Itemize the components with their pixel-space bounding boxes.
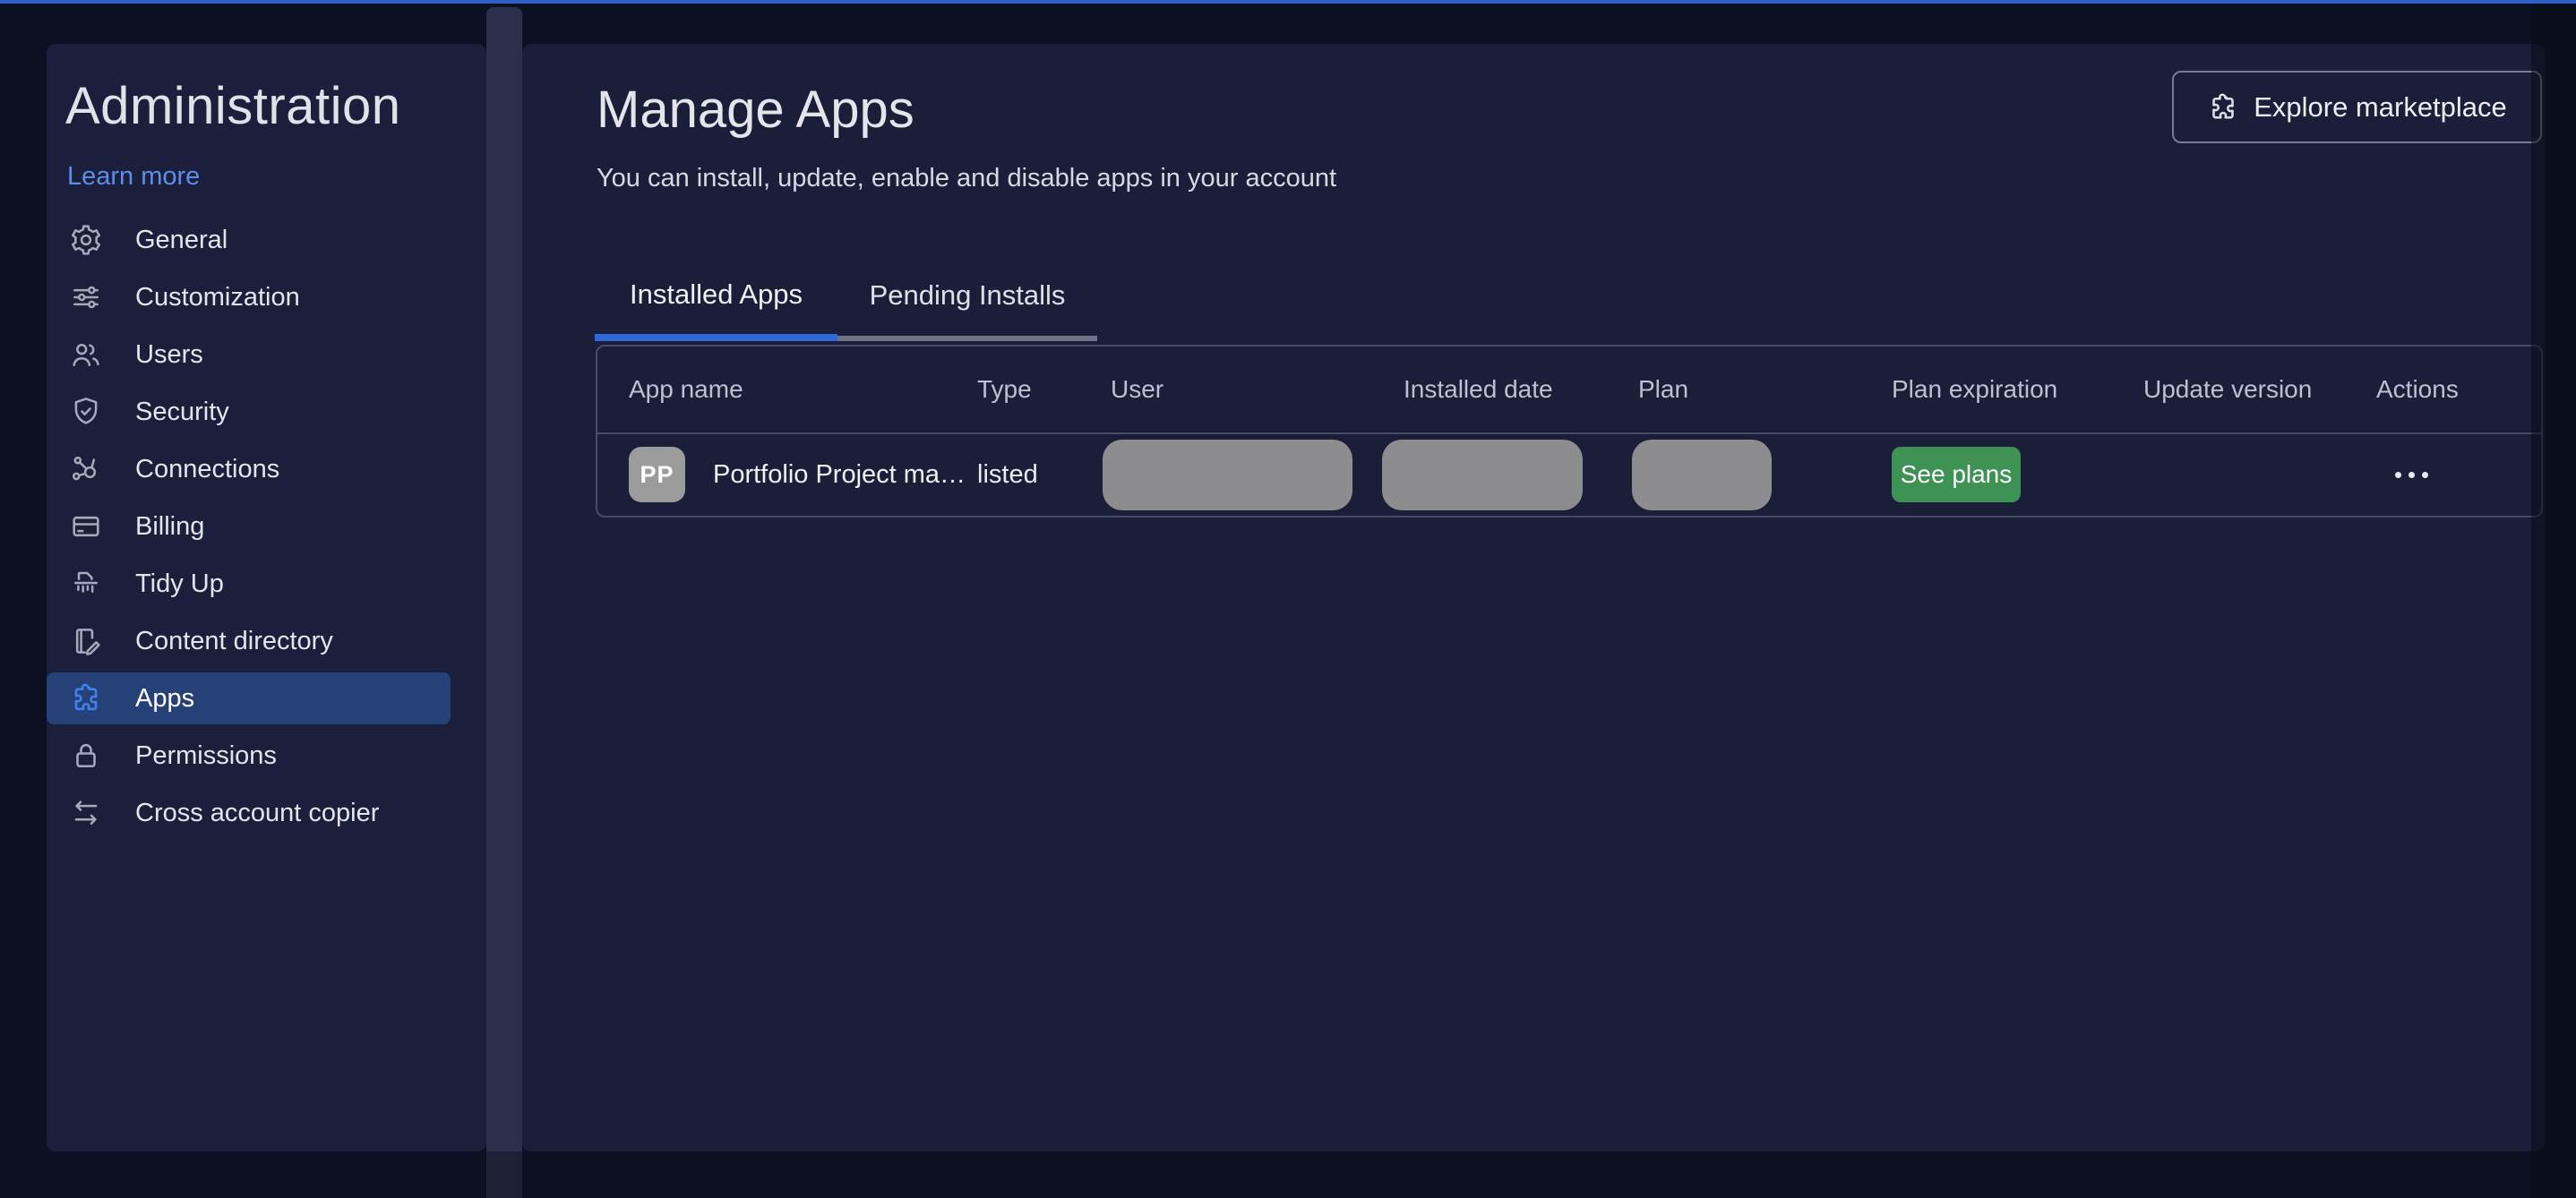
sidebar-item-label: Security — [135, 397, 229, 426]
sidebar-item-label: Cross account copier — [135, 798, 380, 827]
sidebar-item-users[interactable]: Users — [47, 329, 451, 381]
admin-sidebar: Administration Learn more General Custom… — [47, 44, 486, 1151]
sidebar-item-label: Permissions — [135, 740, 277, 770]
panel-divider-strip-bottom — [486, 1151, 522, 1198]
tab-pending-installs[interactable]: Pending Installs — [837, 264, 1097, 341]
sidebar-item-label: Tidy Up — [135, 569, 224, 598]
tabs: Installed Apps Pending Installs — [595, 264, 1097, 341]
more-options-button[interactable] — [2395, 434, 2428, 516]
learn-more-link[interactable]: Learn more — [67, 162, 200, 192]
sidebar-item-label: Users — [135, 339, 203, 369]
sidebar-item-content-directory[interactable]: Content directory — [47, 615, 451, 667]
puzzle-icon — [69, 681, 103, 715]
sidebar-item-cross-account-copier[interactable]: Cross account copier — [47, 787, 451, 839]
puzzle-icon — [2207, 91, 2239, 124]
sidebar-item-customization[interactable]: Customization — [47, 271, 451, 323]
swap-arrows-icon — [69, 796, 103, 830]
tab-label: Installed Apps — [629, 278, 803, 310]
column-header-plan: Plan — [1638, 375, 1689, 403]
sidebar-menu: General Customization Users Security Con… — [47, 214, 451, 844]
tab-installed-apps[interactable]: Installed Apps — [595, 264, 837, 341]
redacted-installed-date-value — [1382, 440, 1583, 510]
column-header-update-version: Update version — [2143, 375, 2313, 403]
credit-card-icon — [69, 509, 103, 543]
redacted-user-value — [1103, 440, 1352, 510]
sliders-icon — [69, 280, 103, 314]
page-title: Manage Apps — [597, 81, 914, 139]
see-plans-button[interactable]: See plans — [1892, 447, 2021, 502]
column-header-user: User — [1111, 375, 1164, 403]
sidebar-item-general[interactable]: General — [47, 214, 451, 266]
installed-apps-table: App name Type User Installed date Plan P… — [596, 345, 2543, 518]
app-avatar: PP — [629, 447, 685, 502]
page-subtitle: You can install, update, enable and disa… — [597, 164, 1337, 193]
users-icon — [69, 338, 103, 372]
dot — [2422, 472, 2428, 478]
network-nodes-icon — [69, 452, 103, 486]
sidebar-item-tidy-up[interactable]: Tidy Up — [47, 558, 451, 610]
dot — [2409, 472, 2415, 478]
sidebar-item-apps[interactable]: Apps — [47, 672, 451, 724]
tab-label: Pending Installs — [869, 279, 1066, 311]
column-header-actions: Actions — [2376, 375, 2459, 403]
sidebar-item-billing[interactable]: Billing — [47, 501, 451, 552]
admin-screen: Administration Learn more General Custom… — [0, 0, 2576, 1198]
app-name-cell: Portfolio Project ma… — [713, 460, 966, 489]
column-header-type: Type — [977, 375, 1032, 403]
table-header: App name Type User Installed date Plan P… — [597, 347, 2541, 434]
dot — [2395, 472, 2401, 478]
table-row: PP Portfolio Project ma… listed See plan… — [597, 434, 2541, 516]
app-type-cell: listed — [977, 460, 1038, 489]
column-header-app-name: App name — [629, 375, 743, 403]
sidebar-item-label: General — [135, 225, 228, 254]
manage-apps-panel: Manage Apps You can install, update, ena… — [522, 44, 2545, 1151]
document-edit-icon — [69, 624, 103, 658]
column-header-plan-expiration: Plan expiration — [1892, 375, 2058, 403]
window-top-accent — [0, 0, 2576, 4]
explore-marketplace-label: Explore marketplace — [2254, 90, 2507, 123]
gear-icon — [69, 223, 103, 257]
lock-icon — [69, 739, 103, 773]
sidebar-item-connections[interactable]: Connections — [47, 443, 451, 495]
sidebar-item-label: Customization — [135, 282, 300, 312]
sidebar-item-permissions[interactable]: Permissions — [47, 730, 451, 782]
shredder-icon — [69, 567, 103, 601]
sidebar-item-label: Connections — [135, 454, 280, 483]
sidebar-item-label: Billing — [135, 511, 205, 541]
panel-divider-strip — [486, 7, 522, 1151]
column-header-installed-date: Installed date — [1404, 375, 1553, 403]
sidebar-item-label: Content directory — [135, 626, 333, 655]
sidebar-item-security[interactable]: Security — [47, 386, 451, 438]
redacted-plan-value — [1632, 440, 1772, 510]
sidebar-item-label: Apps — [135, 683, 195, 713]
shield-check-icon — [69, 395, 103, 429]
sidebar-title: Administration — [65, 77, 401, 135]
explore-marketplace-button[interactable]: Explore marketplace — [2172, 71, 2542, 143]
